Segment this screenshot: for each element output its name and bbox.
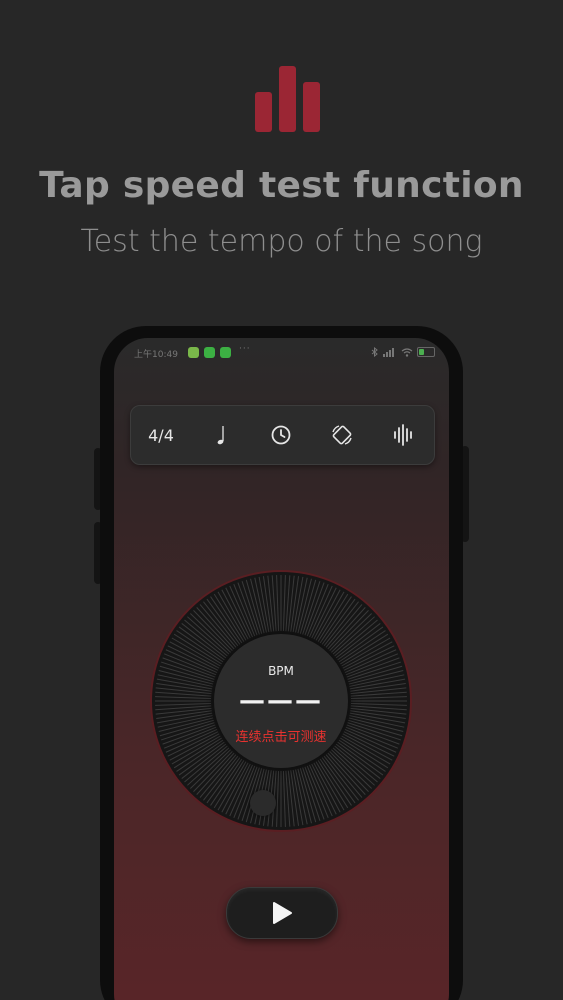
time-signature-label: 4/4 <box>148 425 174 445</box>
promo-subtitle: Test the tempo of the song <box>80 224 483 259</box>
battery-icon <box>417 347 435 357</box>
more-notifications: ··· <box>239 344 251 354</box>
app-notification-icon <box>188 347 199 358</box>
note-value-button[interactable] <box>199 406 243 464</box>
tap-tempo-button[interactable]: BPM ——— 连续点击可测速 <box>214 634 348 768</box>
play-button[interactable] <box>226 887 338 939</box>
status-time: 上午10:49 <box>134 350 178 360</box>
timer-button[interactable] <box>259 406 303 464</box>
clock-icon <box>271 425 291 445</box>
bpm-label: BPM <box>268 664 294 678</box>
metronome-toolbar: 4/4 <box>130 405 435 465</box>
play-icon <box>273 902 292 924</box>
rotate-button[interactable] <box>320 406 364 464</box>
tap-hint: 连续点击可测速 <box>235 730 327 745</box>
status-icons <box>371 347 435 357</box>
promo-title: Tap speed test function <box>39 165 524 206</box>
time-signature-button[interactable]: 4/4 <box>139 406 183 464</box>
app-screen: 上午10:49 ··· 4/4 BPM ——— 连续点击可测速 <box>114 338 449 1000</box>
promo-page: Tap speed test function Test the tempo o… <box>0 0 563 1000</box>
status-bar: 上午10:49 ··· <box>114 338 449 366</box>
signal-icon <box>383 347 394 357</box>
app-notification-icon <box>204 347 215 358</box>
wifi-icon <box>401 347 413 357</box>
tempo-dial[interactable]: BPM ——— 连续点击可测速 <box>150 570 412 832</box>
bpm-value: ——— <box>239 686 323 716</box>
bluetooth-icon <box>371 347 378 357</box>
quarter-note-icon <box>217 426 224 445</box>
rotate-device-icon <box>332 425 352 445</box>
sound-wave-icon <box>394 424 412 446</box>
app-notification-icon <box>220 347 231 358</box>
sound-button[interactable] <box>381 406 425 464</box>
phone-frame: 上午10:49 ··· 4/4 BPM ——— 连续点击可测速 <box>100 326 463 1000</box>
bar-chart-icon <box>255 66 320 132</box>
dial-knob[interactable] <box>250 790 276 816</box>
